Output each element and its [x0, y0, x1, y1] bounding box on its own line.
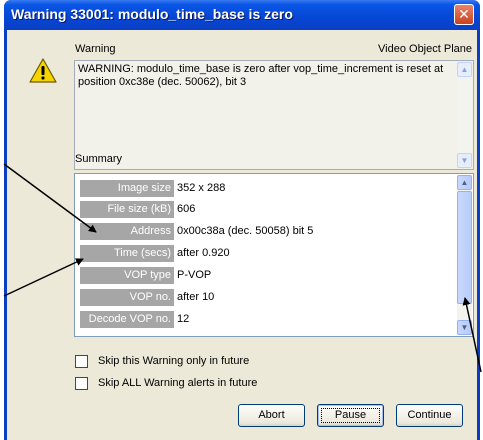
- close-icon[interactable]: ✕: [454, 4, 474, 25]
- summary-key: Address: [80, 223, 174, 240]
- summary-value: after 10: [177, 291, 215, 303]
- summary-list[interactable]: Image size 352 x 288 File size (kB) 606 …: [74, 173, 474, 337]
- scroll-up-icon[interactable]: ▲: [457, 62, 472, 77]
- summary-heading: Summary: [75, 153, 123, 165]
- warning-triangle-icon: [29, 58, 57, 83]
- summary-key: Decode VOP no.: [80, 311, 174, 328]
- continue-button[interactable]: Continue: [396, 404, 463, 427]
- summary-row: VOP no. after 10: [80, 288, 450, 309]
- summary-value: 352 x 288: [177, 182, 226, 194]
- summary-value: 12: [177, 313, 190, 325]
- summary-scrollbar[interactable]: ▲ ▼: [457, 175, 472, 335]
- scroll-thumb[interactable]: [457, 191, 472, 304]
- skip-all-label: Skip ALL Warning alerts in future: [98, 377, 258, 389]
- scroll-down-icon[interactable]: ▼: [457, 320, 472, 335]
- title-bar[interactable]: Warning 33001: modulo_time_base is zero …: [4, 0, 480, 30]
- summary-value: 0x00c38a (dec. 50058) bit 5: [177, 225, 314, 237]
- skip-all-checkbox[interactable]: [75, 377, 88, 390]
- summary-key: VOP no.: [80, 289, 174, 306]
- dialog-body: Warning Video Object Plane WARNING: modu…: [7, 30, 477, 440]
- warning-dialog: Warning 33001: modulo_time_base is zero …: [4, 0, 480, 440]
- scroll-up-icon[interactable]: ▲: [457, 175, 472, 190]
- summary-row: Address 0x00c38a (dec. 50058) bit 5: [80, 222, 450, 243]
- skip-this-checkbox[interactable]: [75, 355, 88, 368]
- summary-value: after 0.920: [177, 247, 230, 259]
- warning-context: Video Object Plane: [378, 43, 472, 55]
- summary-row: VOP type P-VOP: [80, 266, 450, 287]
- summary-row: Image size 352 x 288: [80, 179, 450, 200]
- abort-button[interactable]: Abort: [238, 404, 305, 427]
- summary-row: Time (secs) after 0.920: [80, 244, 450, 265]
- summary-key: Image size: [80, 180, 174, 197]
- warning-message: WARNING: modulo_time_base is zero after …: [78, 63, 444, 88]
- window-title: Warning 33001: modulo_time_base is zero: [11, 6, 293, 22]
- summary-value: P-VOP: [177, 269, 212, 281]
- message-scrollbar[interactable]: ▲ ▼: [457, 62, 472, 168]
- summary-row: Decode VOP no. 12: [80, 310, 450, 331]
- summary-key: File size (kB): [80, 201, 174, 218]
- skip-this-label: Skip this Warning only in future: [98, 355, 250, 367]
- summary-value: 606: [177, 203, 196, 215]
- pause-button[interactable]: Pause: [317, 404, 384, 427]
- summary-key: Time (secs): [80, 245, 174, 262]
- summary-key: VOP type: [80, 267, 174, 284]
- scroll-down-icon[interactable]: ▼: [457, 153, 472, 168]
- warning-heading: Warning: [75, 43, 116, 55]
- summary-row: File size (kB) 606: [80, 200, 450, 221]
- warning-message-box[interactable]: WARNING: modulo_time_base is zero after …: [74, 60, 474, 170]
